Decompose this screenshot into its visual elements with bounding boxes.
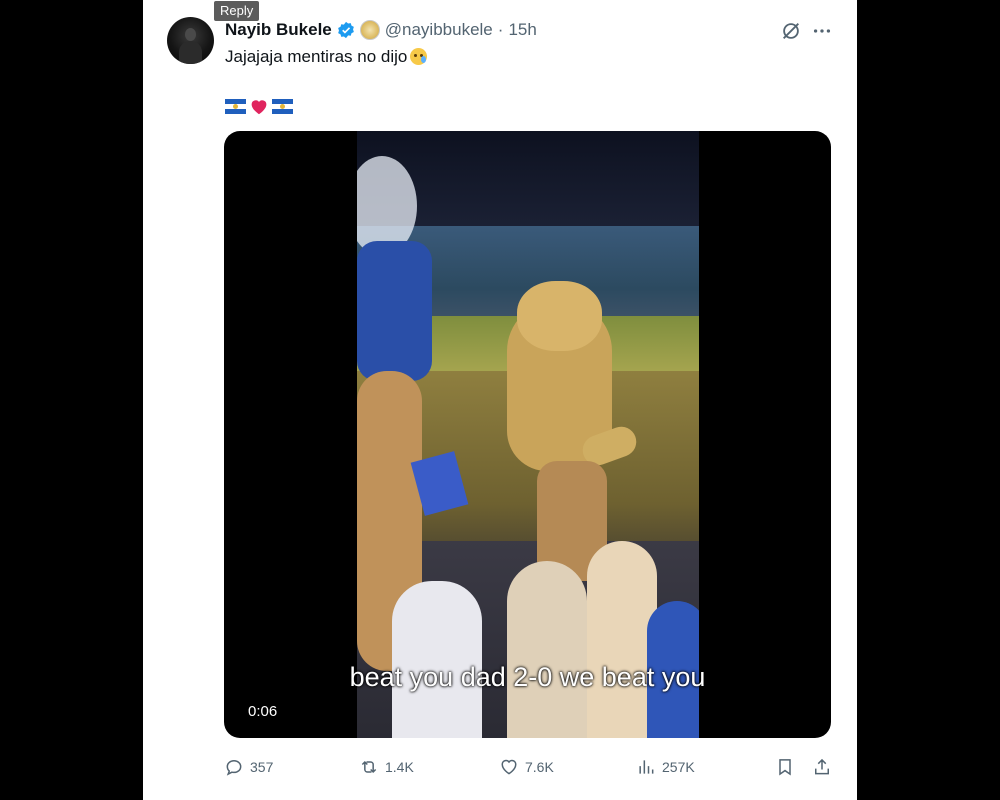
tweet-text: Jajajaja mentiras no dijo	[225, 47, 428, 67]
flag-el-salvador-icon	[272, 98, 293, 114]
flag-el-salvador-icon	[225, 98, 246, 114]
avatar-torso	[179, 41, 202, 64]
like-count: 7.6K	[525, 759, 554, 775]
like-button[interactable]: 7.6K	[499, 755, 554, 779]
more-options-icon[interactable]	[811, 20, 833, 42]
emoji-line	[225, 96, 293, 116]
video-player[interactable]: beat you dad 2-0 we beat you 0:06	[224, 131, 831, 738]
video-frame	[357, 131, 699, 738]
bookmark-button[interactable]	[775, 755, 795, 779]
tweet-text-body: Jajajaja mentiras no dijo	[225, 47, 408, 66]
reply-tooltip: Reply	[214, 1, 260, 21]
reply-icon	[226, 759, 242, 776]
video-timestamp: 0:06	[248, 703, 278, 720]
repost-count: 1.4K	[385, 759, 414, 775]
repost-icon	[361, 760, 377, 774]
share-button[interactable]	[812, 755, 832, 779]
display-name[interactable]: Nayib Bukele	[225, 20, 332, 40]
bookmark-icon	[779, 759, 791, 776]
analytics-icon	[639, 760, 654, 774]
grok-icon[interactable]	[780, 20, 802, 42]
verified-badge-icon	[337, 21, 354, 39]
red-heart-icon	[251, 100, 267, 115]
author-row: Nayib Bukele @nayibbukele · 15h	[225, 18, 537, 42]
avatar[interactable]	[167, 17, 214, 64]
video-caption: beat you dad 2-0 we beat you	[349, 662, 706, 692]
avatar-head	[185, 28, 196, 41]
share-icon	[815, 758, 829, 775]
action-bar: 357 1.4K 7.6K 257K	[224, 755, 836, 779]
author-handle[interactable]: @nayibbukele	[385, 20, 493, 40]
affiliation-badge-icon	[359, 20, 380, 40]
repost-button[interactable]: 1.4K	[359, 755, 414, 779]
views-button[interactable]: 257K	[636, 755, 695, 779]
separator-dot: ·	[497, 20, 504, 39]
view-count: 257K	[662, 759, 695, 775]
reply-count: 357	[250, 759, 274, 775]
reply-button[interactable]: 357	[224, 755, 273, 779]
face-holding-back-tears-icon	[410, 48, 428, 65]
post-time[interactable]: 15h	[508, 20, 536, 40]
heart-icon	[501, 759, 517, 775]
